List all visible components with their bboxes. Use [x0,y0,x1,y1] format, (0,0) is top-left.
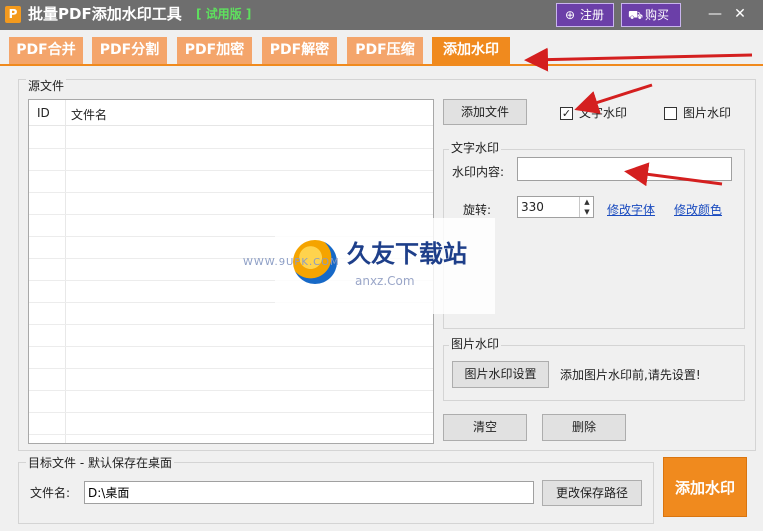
app-title: 批量PDF添加水印工具 [28,5,182,23]
tab-underline [0,64,763,66]
target-legend: 目标文件 - 默认保存在桌面 [26,456,174,470]
change-color-link[interactable]: 修改颜色 [674,203,722,217]
arrow-to-tab [524,47,753,72]
register-label: 注册 [580,8,605,22]
list-row-line [29,412,433,413]
text-watermark-checkbox-label[interactable]: 文字水印 [579,106,627,120]
tab-pdf-compress[interactable]: PDF压缩 [347,37,423,64]
source-legend: 源文件 [26,79,67,93]
image-watermark-legend: 图片水印 [449,337,502,351]
tab-pdf-decrypt[interactable]: PDF解密 [262,37,337,64]
trial-badge: [ 试用版 ] [196,7,252,21]
plus-circle-icon: ⊕ [564,8,576,22]
list-row-line [29,324,433,325]
change-font-link[interactable]: 修改字体 [607,203,655,217]
list-row-line [29,192,433,193]
tab-pdf-split[interactable]: PDF分割 [92,37,167,64]
site-watermark-name: 久友下载站 [347,240,467,268]
rotate-value[interactable]: 330 [521,200,544,214]
column-header-id[interactable]: ID [37,106,50,120]
list-row-line [29,434,433,435]
close-button[interactable]: ✕ [728,3,752,25]
clear-button[interactable]: 清空 [443,414,527,441]
add-watermark-button[interactable]: 添加水印 [663,457,747,517]
rotate-spin-buttons: ▲ ▼ [579,197,593,217]
text-watermark-legend: 文字水印 [449,141,502,155]
column-divider [65,100,66,443]
site-watermark-www: WWW.9UPK.COM [243,257,340,268]
change-save-path-button[interactable]: 更改保存路径 [542,480,642,506]
list-row-line [29,170,433,171]
tab-pdf-merge[interactable]: PDF合并 [9,37,83,64]
image-watermark-settings-button[interactable]: 图片水印设置 [452,361,549,388]
cart-icon: ⛟ [628,8,644,22]
watermark-content-label: 水印内容: [452,165,505,179]
image-watermark-checkbox[interactable] [664,107,677,120]
watermark-content-input[interactable] [517,157,732,181]
buy-label: 购买 [645,8,670,22]
filename-input[interactable] [84,481,534,504]
list-row-line [29,214,433,215]
filename-label: 文件名: [30,486,71,500]
list-row-line [29,148,433,149]
list-header: ID 文件名 [29,100,433,126]
app-logo-icon: P [5,6,21,23]
add-file-button[interactable]: 添加文件 [443,99,527,125]
tab-add-watermark[interactable]: 添加水印 [432,37,510,64]
tab-pdf-encrypt[interactable]: PDF加密 [177,37,252,64]
delete-button[interactable]: 删除 [542,414,626,441]
site-watermark-overlay: 久友下载站 anxz.Com WWW.9UPK.COM [243,218,495,314]
image-watermark-checkbox-label[interactable]: 图片水印 [683,106,731,120]
spin-up-icon[interactable]: ▲ [580,197,594,207]
site-watermark-url: anxz.Com [355,274,415,288]
rotate-label: 旋转: [463,203,492,217]
buy-button[interactable]: ⛟ 购买 [621,3,681,27]
minimize-button[interactable]: — [703,3,727,25]
image-watermark-hint: 添加图片水印前,请先设置! [560,368,701,382]
register-button[interactable]: ⊕ 注册 [556,3,614,27]
list-row-line [29,390,433,391]
spin-down-icon[interactable]: ▼ [580,207,594,217]
rotate-spinbox[interactable]: 330 ▲ ▼ [517,196,594,218]
list-row-line [29,346,433,347]
list-row-line [29,368,433,369]
text-watermark-checkbox[interactable]: ✓ [560,107,573,120]
column-header-filename[interactable]: 文件名 [71,106,107,123]
